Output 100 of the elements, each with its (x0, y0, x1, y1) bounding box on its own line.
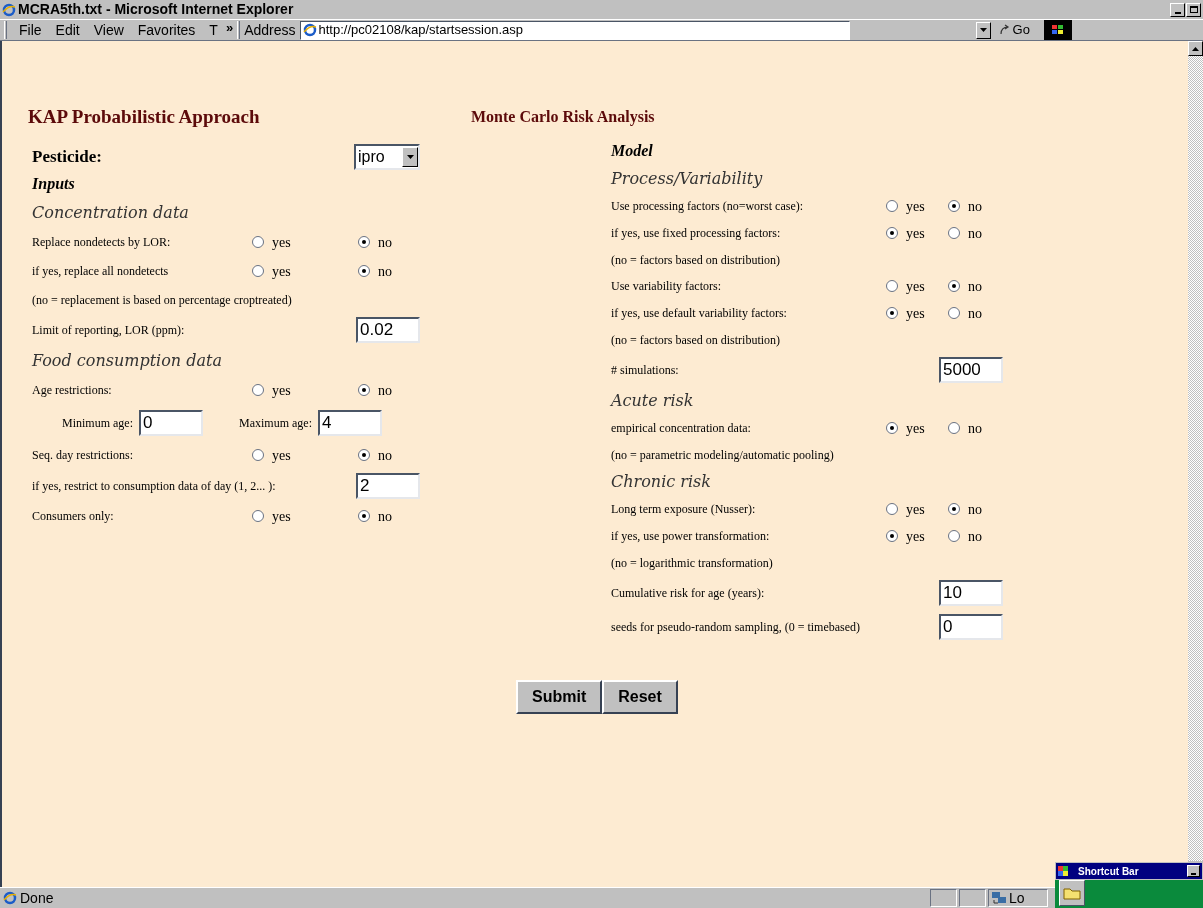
more-menu-chevron[interactable]: » (225, 18, 234, 38)
minimize-button[interactable] (1187, 865, 1200, 877)
option-label: no (378, 381, 392, 400)
note-text: (no = factors based on distribution) (611, 331, 781, 349)
text-field[interactable]: 0.02 (356, 316, 420, 343)
option-label: yes (906, 224, 925, 243)
field-label: empirical concentration data: (611, 420, 752, 437)
option-label: yes (272, 262, 291, 281)
radio-button[interactable] (948, 307, 960, 319)
office-logo-icon (1058, 866, 1068, 876)
text-field[interactable]: 4 (318, 409, 382, 436)
text-field[interactable]: 2 (356, 472, 420, 499)
menu-item[interactable]: Favorites (137, 19, 196, 41)
page-title: KAP Probabilistic Approach (28, 105, 261, 129)
pesticide-select[interactable]: ipro (354, 143, 420, 170)
caret-icon (402, 146, 418, 167)
field-label: if yes, replace all nondetects (32, 263, 170, 280)
text-field[interactable]: 0 (939, 613, 1003, 640)
radio-button[interactable] (252, 449, 264, 461)
radio-button[interactable] (252, 384, 264, 396)
field-label: Use variability factors: (611, 278, 722, 295)
text-field[interactable]: 5000 (939, 356, 1003, 383)
scroll-up-arrow-icon (1192, 46, 1199, 51)
radio-button[interactable] (948, 530, 960, 542)
note-text: (no = parametric modeling/automatic pooling) (611, 446, 834, 464)
dropdown-button[interactable] (975, 21, 991, 39)
network-icon (991, 891, 1007, 905)
folder-button[interactable] (1059, 880, 1085, 906)
form-button[interactable]: Submit (516, 679, 603, 714)
radio-button[interactable] (358, 265, 370, 277)
field-label: # simulations: (611, 361, 679, 379)
windows-logo-icon (1043, 20, 1072, 40)
radio-button[interactable] (948, 503, 960, 515)
field-label: Minimum age: (62, 414, 133, 432)
menu-item[interactable]: View (93, 19, 124, 41)
option-label: yes (272, 233, 291, 252)
zone-text: Lo (1009, 888, 1025, 908)
option-label: yes (906, 197, 925, 216)
radio-button[interactable] (886, 503, 898, 515)
option-label: no (378, 262, 392, 281)
option-label: yes (272, 507, 291, 526)
minimize-button[interactable] (1170, 2, 1185, 17)
field-label: seeds for pseudo-random sampling, (0 = timebased) (611, 618, 861, 636)
subsection-heading: Chronic risk (611, 470, 711, 493)
note-text: (no = replacement is based on percentage croptreated) (32, 291, 292, 309)
radio-button[interactable] (948, 280, 960, 292)
field-label: Age restrictions: (32, 382, 113, 399)
go-button[interactable]: Go (998, 20, 1030, 40)
status-pane (930, 889, 957, 907)
field-label: Limit of reporting, LOR (ppm): (32, 321, 185, 339)
restore-button[interactable] (1186, 2, 1201, 17)
radio-button[interactable] (948, 200, 960, 212)
text-field[interactable]: 0 (139, 409, 203, 436)
radio-button[interactable] (358, 449, 370, 461)
option-label: no (968, 304, 982, 323)
option-label: yes (906, 277, 925, 296)
scrollbar[interactable] (1188, 41, 1203, 861)
radio-button[interactable] (358, 236, 370, 248)
radio-button[interactable] (252, 236, 264, 248)
text-field[interactable]: 10 (939, 579, 1003, 606)
subsection-heading: Concentration data (32, 201, 189, 224)
radio-button[interactable] (358, 510, 370, 522)
radio-button[interactable] (358, 384, 370, 396)
shortcut-bar-title: Shortcut Bar (1078, 864, 1139, 879)
field-label: Cumulative risk for age (years): (611, 584, 765, 602)
radio-button[interactable] (948, 422, 960, 434)
field-label: if yes, use fixed processing factors: (611, 225, 782, 242)
note-text: (no = factors based on distribution) (611, 251, 781, 269)
option-label: no (378, 233, 392, 252)
status-text: Done (20, 888, 55, 908)
go-arrow-icon (998, 24, 1011, 36)
radio-button[interactable] (252, 510, 264, 522)
field-label: Use processing factors (no=worst case): (611, 198, 805, 215)
radio-button[interactable] (886, 530, 898, 542)
address-field[interactable]: http://pc02108/kap/startsession.asp (299, 20, 850, 40)
subsection-heading: Process/Variability (611, 167, 763, 190)
address-label: Address (244, 20, 296, 40)
section-heading: Inputs (32, 173, 75, 195)
radio-button[interactable] (948, 227, 960, 239)
radio-button[interactable] (886, 422, 898, 434)
status-pane (959, 889, 986, 907)
option-label: yes (906, 419, 925, 438)
form-button[interactable]: Reset (602, 679, 678, 714)
radio-button[interactable] (886, 200, 898, 212)
option-label: no (968, 419, 982, 438)
radio-button[interactable] (886, 280, 898, 292)
radio-button[interactable] (252, 265, 264, 277)
option-label: no (968, 224, 982, 243)
option-label: no (968, 197, 982, 216)
radio-button[interactable] (886, 227, 898, 239)
field-label: Seq. day restrictions: (32, 447, 134, 464)
menu-item[interactable]: T (209, 19, 218, 41)
pesticide-label: Pesticide: (32, 145, 102, 168)
option-label: no (378, 507, 392, 526)
field-label: if yes, use default variability factors: (611, 305, 788, 322)
option-label: no (378, 446, 392, 465)
radio-button[interactable] (886, 307, 898, 319)
option-label: yes (906, 527, 925, 546)
menu-item[interactable]: File (19, 19, 42, 41)
menu-item[interactable]: Edit (55, 19, 80, 41)
